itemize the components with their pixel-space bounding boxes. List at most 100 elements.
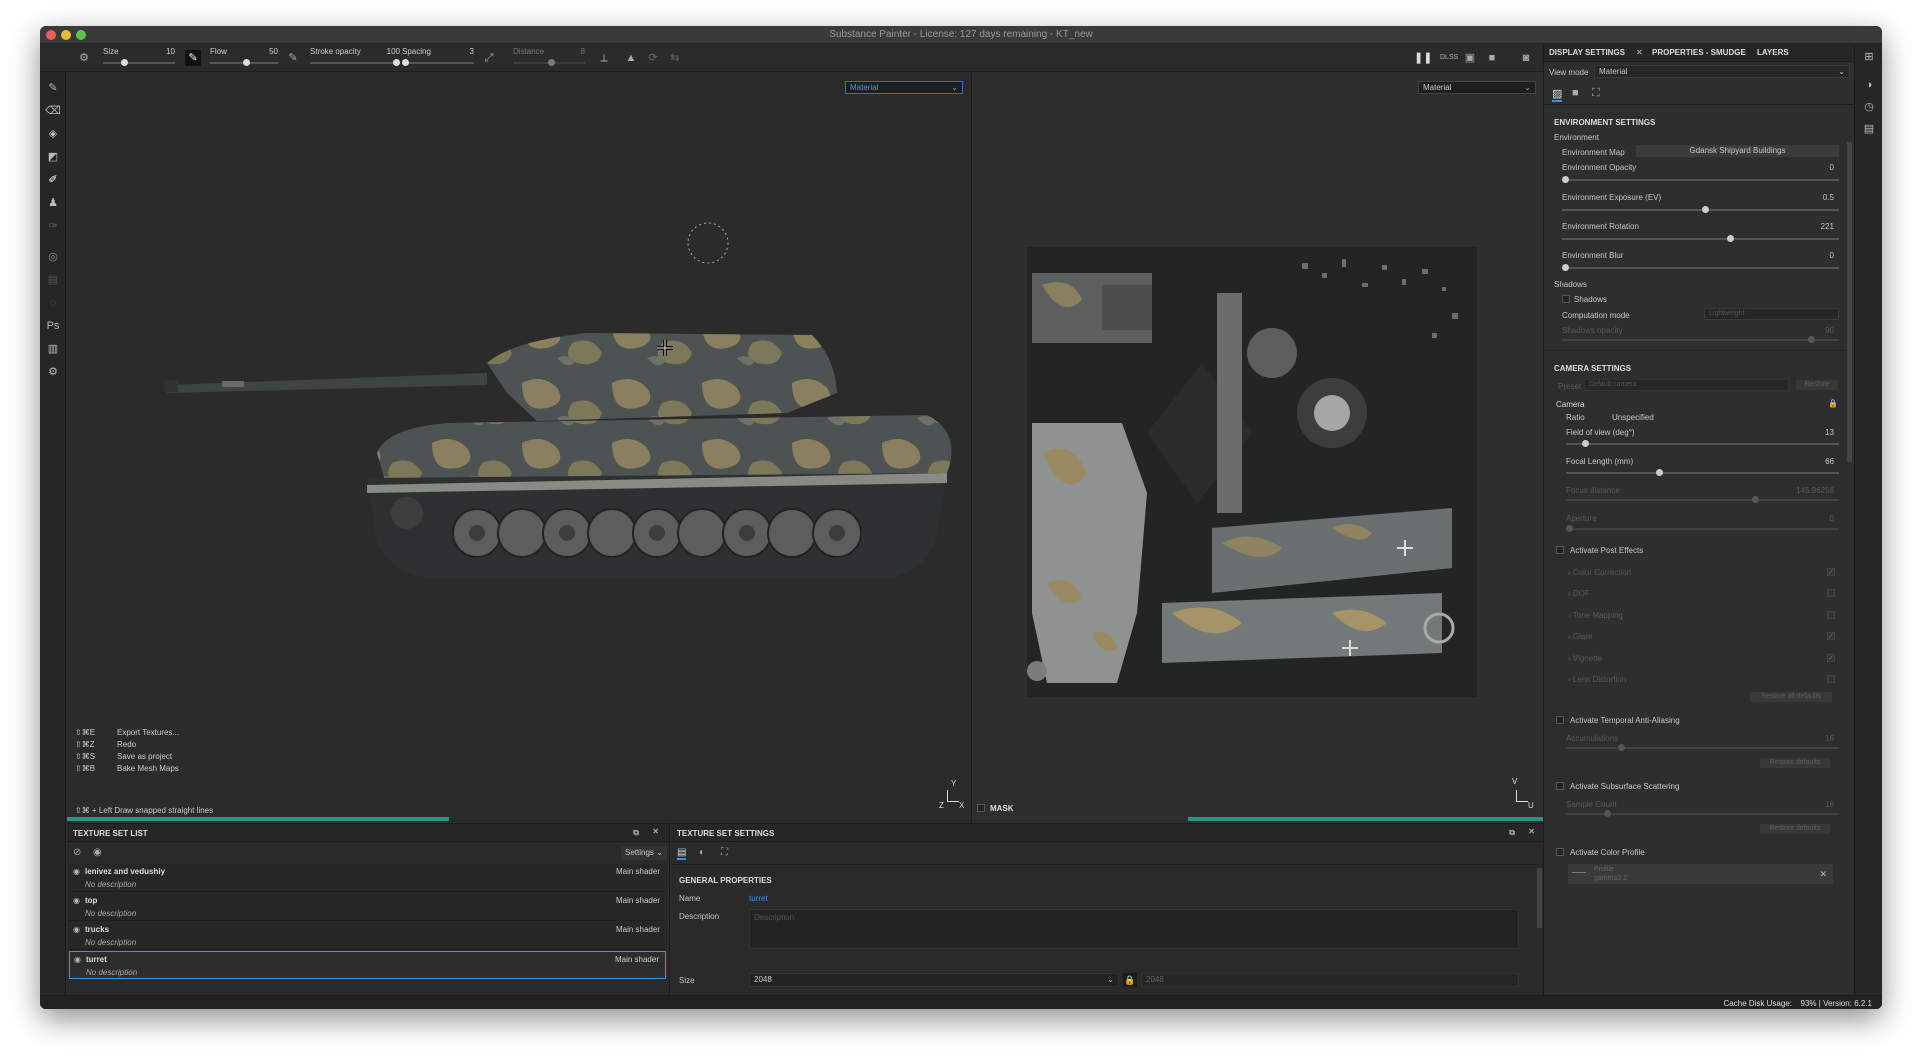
stroke-opacity-slider[interactable]: Stroke opacity 100 (310, 47, 400, 69)
photoshop-export-icon[interactable]: Ps (45, 318, 61, 334)
show-all-icon[interactable]: ◉ (93, 847, 102, 858)
tab-close-icon[interactable]: ✕ (1636, 48, 1643, 57)
size-height-select[interactable]: 2048 (1141, 973, 1519, 987)
display-settings-scrollbar[interactable] (1847, 142, 1852, 462)
profile-picker[interactable]: Profile gamma2.2 ✕ (1568, 864, 1833, 884)
bake-icon[interactable]: ◎ (45, 249, 61, 265)
clone-stamp-icon[interactable]: ♟ (45, 195, 61, 211)
lazy-mouse-icon[interactable]: ⤢ (481, 50, 497, 66)
size-select[interactable]: 2048 ⌄ (749, 973, 1119, 987)
effect-tone-mapping[interactable]: › Tone Mapping (1568, 611, 1623, 620)
render-cube-icon[interactable]: ▣ (1462, 50, 1478, 66)
tab-viewport-icon[interactable]: ⛶ (1592, 87, 1600, 100)
lens-distortion-checkbox[interactable] (1827, 675, 1835, 683)
clear-profile-icon[interactable]: ✕ (1819, 869, 1827, 880)
texture-set-row[interactable]: ◉ trucks Main shader No description (69, 922, 666, 950)
settings-icon[interactable]: ⚙ (45, 364, 61, 380)
focal-length-slider[interactable] (1566, 469, 1839, 476)
pause-render-icon[interactable]: ❚❚ (1414, 50, 1432, 66)
size-pen-pressure-icon[interactable]: ✎ (185, 50, 201, 66)
field-of-view-value[interactable]: 13 (1825, 428, 1834, 437)
smudge-tool-icon[interactable]: ✐ (45, 172, 61, 188)
color-correction-checkbox[interactable]: ✓ (1827, 568, 1835, 576)
alignment-icon[interactable]: ⟂ (596, 50, 612, 66)
environment-map-picker[interactable]: Gdansk Shipyard Buildings (1636, 145, 1839, 157)
visibility-eye-icon[interactable]: ◉ (73, 867, 80, 876)
visibility-toggle-all-icon[interactable]: ⊘ (73, 847, 81, 858)
texture-set-shader[interactable]: Main shader (616, 896, 660, 905)
visibility-eye-icon[interactable]: ◉ (73, 896, 80, 905)
projection-icon[interactable]: ◈ (45, 126, 61, 142)
scrollbar[interactable] (1537, 868, 1542, 928)
environment-rotation-slider[interactable] (1562, 235, 1839, 242)
effect-color-correction[interactable]: › Color Correction (1568, 568, 1631, 577)
restore-taa-defaults-button[interactable]: Restore defaults (1760, 758, 1830, 768)
distance-slider[interactable]: Distance 8 (513, 47, 585, 69)
camera-icon[interactable]: ■ (1484, 50, 1500, 66)
view-mode-select[interactable]: Material ⌄ (1594, 65, 1850, 78)
brush-settings-icon[interactable]: ⚙ (76, 50, 92, 66)
computation-mode-select[interactable]: Lightweight (1704, 308, 1839, 320)
texture-set-shader[interactable]: Main shader (616, 867, 660, 876)
symmetry-settings-icon[interactable]: ⟳ (645, 50, 661, 66)
mask-checkbox[interactable] (977, 804, 985, 812)
description-field[interactable]: Description (749, 909, 1519, 949)
texture-set-icon[interactable]: ▤ (45, 272, 61, 288)
environment-exposure-slider[interactable] (1562, 206, 1839, 213)
restore-sss-defaults-button[interactable]: Restore defaults (1760, 824, 1830, 834)
vignette-checkbox[interactable]: ✓ (1827, 654, 1835, 662)
display-settings-icon[interactable]: ◑ (1862, 78, 1876, 92)
texture-set-row[interactable]: ◉ top Main shader No description (69, 893, 666, 921)
ratio-value[interactable]: Unspecified (1612, 413, 1654, 422)
environment-rotation-value[interactable]: 221 (1821, 222, 1834, 231)
camera-preset-select[interactable]: Default camera (1584, 379, 1789, 391)
environment-exposure-value[interactable]: 0.5 (1823, 193, 1834, 202)
restore-all-defaults-button[interactable]: Restore all defaults (1750, 692, 1832, 702)
geometry-mask-icon[interactable]: ◩ (45, 149, 61, 165)
panel-close-icon[interactable]: ✕ (1528, 827, 1535, 836)
spacing-slider[interactable]: Spacing 3 (402, 47, 474, 69)
focal-length-value[interactable]: 66 (1825, 457, 1834, 466)
environment-blur-slider[interactable] (1562, 264, 1839, 271)
tab-mesh-maps-icon[interactable]: ⛶ (721, 847, 728, 858)
flow-slider[interactable]: Flow 50 (210, 47, 278, 69)
paint-brush-icon[interactable]: ✎ (45, 80, 61, 96)
lock-icon[interactable]: 🔒 (1123, 973, 1137, 987)
subsurface-scattering-checkbox[interactable] (1556, 782, 1564, 790)
symmetry-icon[interactable]: ▲ (623, 50, 639, 66)
history-icon[interactable]: ◷ (1862, 100, 1876, 114)
tab-environment-icon[interactable]: ▨ (1552, 87, 1563, 102)
camera-lock-icon[interactable]: 🔒 (1828, 399, 1838, 408)
texture-set-row[interactable]: ◉ lenivez and vedushiy Main shader No de… (69, 864, 666, 892)
dlss-toggle[interactable]: DLSS (1440, 50, 1458, 66)
tab-camera-icon[interactable]: ■ (1572, 87, 1579, 99)
viewport-3d[interactable]: Material ⌄ ⇧⌘E Export Textures... ⇧⌘Z Redo … (67, 73, 970, 823)
environment-opacity-value[interactable]: 0 (1830, 163, 1834, 172)
texture-set-settings-dropdown[interactable]: Settings ⌄ (621, 846, 667, 860)
effect-lens-distortion[interactable]: › Lens Distortion (1568, 675, 1626, 684)
export-textures-icon[interactable]: ▥ (45, 341, 61, 357)
tab-general-icon[interactable]: ▤ (677, 847, 687, 860)
effect-dof[interactable]: › DOF (1568, 589, 1590, 598)
panel-close-icon[interactable]: ✕ (652, 827, 659, 836)
visibility-eye-icon[interactable]: ◉ (73, 925, 80, 934)
post-effects-checkbox[interactable] (1556, 546, 1564, 554)
viewport-2d[interactable]: Material ⌄ MASK U V (971, 73, 1543, 823)
uv-icon[interactable]: ◌ (45, 295, 61, 311)
material-picker-icon[interactable]: ✑ (45, 218, 61, 234)
log-icon[interactable]: ▤ (1862, 122, 1876, 136)
tab-layers[interactable]: LAYERS (1757, 48, 1789, 57)
temporal-aa-checkbox[interactable] (1556, 716, 1564, 724)
tab-display-settings[interactable]: DISPLAY SETTINGS (1549, 48, 1625, 57)
glare-checkbox[interactable]: ✓ (1827, 632, 1835, 640)
tab-properties-smudge[interactable]: PROPERTIES - SMUDGE (1652, 48, 1746, 57)
shadows-checkbox[interactable] (1562, 295, 1570, 303)
effect-glare[interactable]: › Glare (1568, 632, 1592, 641)
texture-set-shader[interactable]: Main shader (616, 925, 660, 934)
field-of-view-slider[interactable] (1566, 440, 1839, 447)
visibility-eye-icon[interactable]: ◉ (74, 955, 81, 964)
texture-set-row-selected[interactable]: ◉ turret Main shader No description (69, 951, 666, 979)
panel-float-icon[interactable]: ⧉ (633, 828, 639, 838)
texture-set-shader[interactable]: Main shader (615, 955, 659, 964)
color-profile-checkbox[interactable] (1556, 848, 1564, 856)
